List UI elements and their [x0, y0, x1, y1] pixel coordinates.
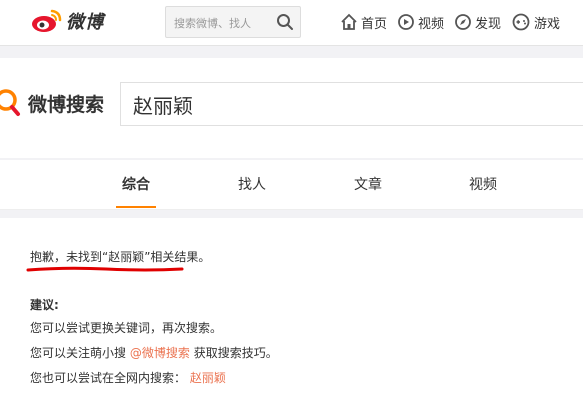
nav-discover[interactable]: 发现: [454, 10, 501, 34]
nav-home-label: 首页: [361, 16, 388, 32]
tab-articles[interactable]: 文章: [333, 174, 403, 194]
active-tab-indicator: [116, 206, 156, 208]
top-nav: 首页 视频 发现 游戏: [340, 10, 570, 34]
magnifier-logo-icon: [0, 89, 20, 116]
red-underline-annotation: [26, 266, 184, 272]
suggest-line-3: 您也可以尝试在全网内搜索： 赵丽颖: [30, 369, 226, 386]
weibo-logo[interactable]: 微博: [30, 8, 104, 34]
web-search-link[interactable]: 赵丽颖: [190, 371, 226, 385]
top-search-box: [165, 6, 301, 38]
brand-text: 微博搜索: [28, 93, 105, 116]
suggest-line-1: 您可以尝试更换关键词，再次搜索。: [30, 321, 223, 335]
suggest-3-prefix: 您也可以尝试在全网内搜索：: [30, 371, 187, 385]
query-box: [120, 82, 583, 126]
query-input[interactable]: [133, 90, 563, 118]
nav-home[interactable]: 首页: [340, 10, 387, 34]
results-panel: 抱歉，未找到“赵丽颖”相关结果。 建议: 您可以尝试更换关键词，再次搜索。 您可…: [0, 218, 583, 394]
nav-video-label: 视频: [418, 16, 445, 32]
suggest-2-suffix: 获取搜索技巧。: [193, 346, 278, 360]
top-navbar: 微博 首页 视频: [0, 0, 583, 46]
result-tabs: 综合 找人 文章 视频: [0, 160, 583, 210]
no-results-message: 抱歉，未找到“赵丽颖”相关结果。: [30, 250, 211, 264]
nav-video[interactable]: 视频: [397, 10, 444, 34]
search-header: 微博搜索: [0, 58, 583, 158]
suggest-title: 建议:: [30, 298, 59, 312]
suggest-line-2: 您可以关注萌小搜 @微博搜索 获取搜索技巧。: [30, 344, 278, 361]
weibo-eye-icon: [32, 9, 62, 32]
top-search-input[interactable]: [174, 14, 274, 32]
weibo-search-brand[interactable]: 微博搜索: [0, 88, 104, 118]
home-icon: [341, 13, 357, 30]
nav-games[interactable]: 游戏: [511, 10, 560, 34]
weibo-search-account-link[interactable]: @微博搜索: [130, 346, 190, 360]
suggest-2-prefix: 您可以关注萌小搜: [30, 346, 127, 360]
tab-all[interactable]: 综合: [101, 174, 171, 194]
search-icon[interactable]: [276, 13, 294, 31]
video-icon: [398, 14, 414, 30]
tab-users[interactable]: 找人: [217, 174, 287, 194]
nav-discover-label: 发现: [475, 16, 502, 32]
nav-games-label: 游戏: [534, 16, 561, 32]
gamepad-icon: [512, 13, 530, 31]
tab-videos[interactable]: 视频: [448, 174, 518, 194]
logo-text: 微博: [66, 12, 104, 33]
compass-icon: [455, 14, 471, 30]
